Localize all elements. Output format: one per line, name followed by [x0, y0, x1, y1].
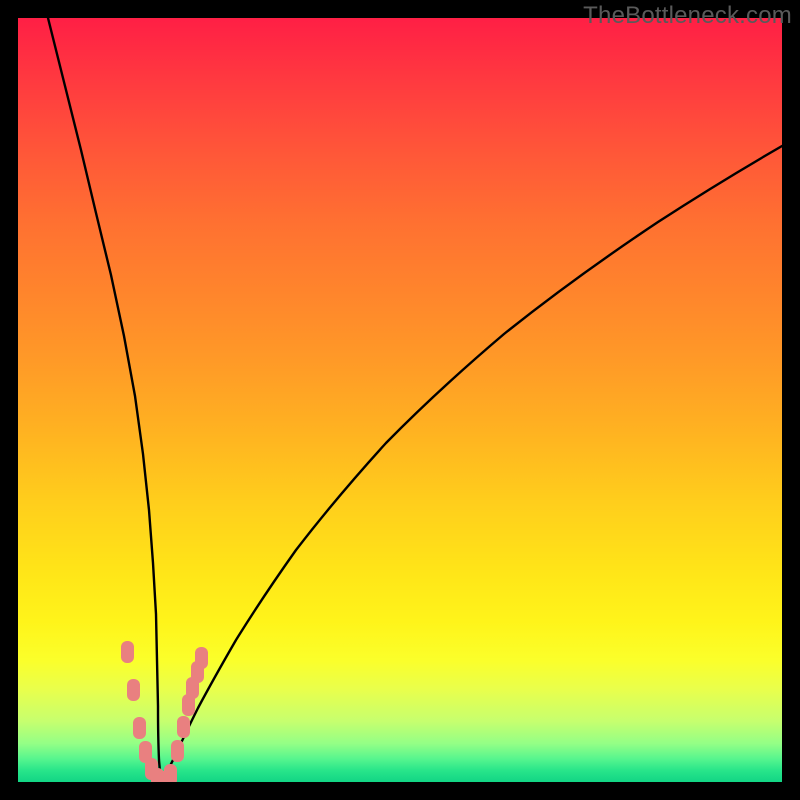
- watermark-text: TheBottleneck.com: [583, 2, 792, 30]
- bottleneck-curve: [48, 18, 782, 779]
- bottleneck-curve-svg: [18, 18, 782, 782]
- chart-frame: TheBottleneck.com: [0, 0, 800, 800]
- plot-area: [18, 18, 782, 782]
